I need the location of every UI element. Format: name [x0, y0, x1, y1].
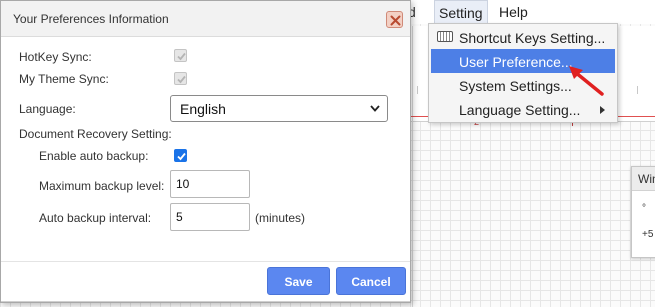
save-button[interactable]: Save — [267, 267, 330, 295]
floating-window-panel[interactable]: Win ° +5 — [631, 166, 655, 258]
ruler-tick — [417, 86, 418, 94]
backup-interval-input[interactable] — [170, 203, 250, 231]
hotkey-sync-label: HotKey Sync: — [19, 50, 92, 64]
auto-backup-label: Enable auto backup: — [39, 149, 149, 163]
footer-divider — [1, 261, 410, 262]
checkmark-icon — [177, 75, 186, 84]
checkmark-icon — [177, 52, 186, 61]
chevron-down-icon — [370, 105, 380, 112]
hotkey-sync-checkbox[interactable] — [174, 49, 187, 62]
dialog-title-bar[interactable]: Your Preferences Information — [1, 1, 410, 37]
close-icon — [390, 15, 401, 26]
recovery-section-label: Document Recovery Setting: — [19, 127, 172, 141]
cancel-button[interactable]: Cancel — [336, 267, 406, 295]
theme-sync-label: My Theme Sync: — [19, 72, 109, 86]
red-annotation-arrow-icon — [569, 66, 604, 96]
keyboard-icon — [437, 31, 453, 42]
preferences-dialog: Your Preferences Information HotKey Sync… — [0, 0, 411, 303]
dialog-title: Your Preferences Information — [13, 12, 169, 26]
align-icon[interactable]: +5 — [642, 229, 653, 240]
menu-setting[interactable]: Setting — [434, 0, 488, 24]
menu-item-shortcut-keys[interactable]: Shortcut Keys Setting... — [431, 25, 615, 49]
menu-item-label: Shortcut Keys Setting... — [459, 30, 606, 46]
menu-item-language-setting[interactable]: Language Setting... — [431, 97, 615, 121]
page-margin-line — [412, 26, 413, 307]
checkmark-icon — [177, 152, 186, 161]
ruler-tick — [637, 86, 638, 94]
connector-icon[interactable]: ° — [642, 203, 646, 214]
submenu-arrow-icon — [600, 106, 605, 114]
max-backup-level-label: Maximum backup level: — [39, 179, 165, 193]
dialog-bottom-edge — [1, 301, 410, 302]
theme-sync-checkbox[interactable] — [174, 72, 187, 85]
language-select[interactable]: English — [170, 95, 388, 122]
menu-help[interactable]: Help — [499, 4, 528, 20]
menu-item-label: System Settings... — [459, 78, 572, 94]
backup-interval-label: Auto backup interval: — [39, 211, 152, 225]
menu-item-label: User Preference... — [459, 54, 573, 70]
menu-item-label: Language Setting... — [459, 102, 581, 118]
floating-panel-title: Win — [632, 167, 655, 191]
language-label: Language: — [19, 102, 76, 116]
max-backup-level-input[interactable] — [170, 170, 250, 198]
auto-backup-checkbox[interactable] — [174, 149, 187, 162]
language-selected-value: English — [180, 101, 226, 117]
close-button[interactable] — [386, 11, 403, 28]
interval-unit-label: (minutes) — [255, 211, 306, 225]
